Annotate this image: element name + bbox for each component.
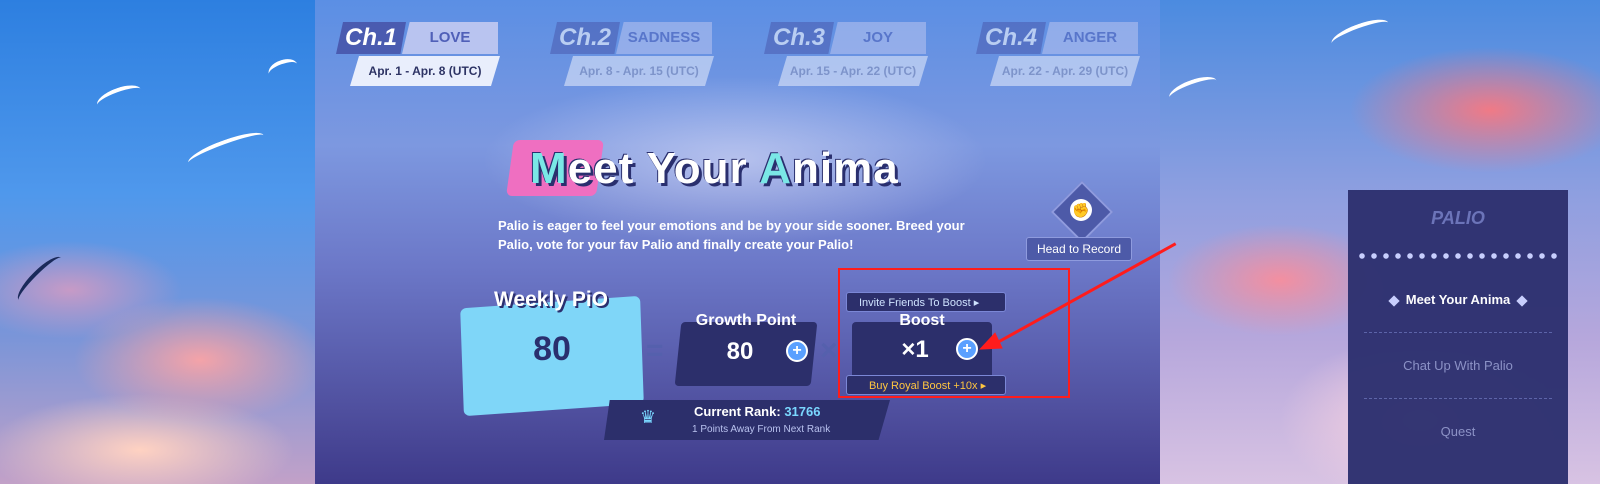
chapter-tab-3[interactable]: Ch.3 JOY Apr. 15 - Apr. 22 (UTC) <box>764 22 929 90</box>
page-description: Palio is eager to feel your emotions and… <box>498 218 965 252</box>
page-title: Meet Your Anima <box>506 140 960 200</box>
title-part-4: nima <box>792 144 899 193</box>
next-rank-text: 1 Points Away From Next Rank <box>692 424 831 435</box>
current-rank-value: 31766 <box>784 404 821 419</box>
chapter-number: Ch.3 <box>764 22 834 54</box>
side-menu-label: Quest <box>1440 424 1476 439</box>
title-part-3: A <box>759 144 793 193</box>
head-to-record-button[interactable]: ✊ Head to Record <box>1026 180 1132 264</box>
record-label: Head to Record <box>1026 237 1132 261</box>
chapter-tab-1[interactable]: Ch.1 LOVE Apr. 1 - Apr. 8 (UTC) <box>336 22 501 90</box>
times-sign: × <box>820 334 838 367</box>
current-rank-label: Current Rank: <box>694 404 781 419</box>
title-text: Meet Your Anima <box>530 144 899 194</box>
weekly-pio-value: 80 <box>533 330 571 368</box>
side-menu-item-meet-your-anima[interactable]: Meet Your Anima <box>1360 280 1556 320</box>
chapter-name: ANGER <box>1042 22 1138 54</box>
side-menu-item-quest[interactable]: Quest <box>1360 412 1556 452</box>
side-menu-label: Meet Your Anima <box>1405 292 1511 307</box>
chapter-tab-2[interactable]: Ch.2 SADNESS Apr. 8 - Apr. 15 (UTC) <box>550 22 715 90</box>
divider <box>1364 332 1552 333</box>
chapter-dates: Apr. 22 - Apr. 29 (UTC) <box>990 56 1140 86</box>
chapter-name: JOY <box>830 22 926 54</box>
chapter-name: SADNESS <box>616 22 712 54</box>
diamond-icon <box>1388 294 1400 307</box>
chapter-number: Ch.4 <box>976 22 1046 54</box>
add-growth-button[interactable]: + <box>786 340 808 362</box>
chapter-dates: Apr. 8 - Apr. 15 (UTC) <box>564 56 714 86</box>
chapter-dates: Apr. 15 - Apr. 22 (UTC) <box>778 56 928 86</box>
side-menu-label: Chat Up With Palio <box>1403 358 1513 373</box>
fist-icon: ✊ <box>1070 199 1092 221</box>
equals-sign: = <box>646 334 664 367</box>
title-part-1: M <box>530 144 568 193</box>
diamond-icon <box>1516 294 1528 307</box>
side-menu: PALIO Meet Your Anima Chat Up With Palio… <box>1348 190 1568 484</box>
chapter-tab-4[interactable]: Ch.4 ANGER Apr. 22 - Apr. 29 (UTC) <box>976 22 1141 90</box>
chapter-number: Ch.2 <box>550 22 620 54</box>
title-part-2: eet Your <box>567 144 760 193</box>
growth-point-label: Growth Point <box>695 312 797 329</box>
chapter-dates: Apr. 1 - Apr. 8 (UTC) <box>350 56 500 86</box>
side-menu-item-chat-up-with-palio[interactable]: Chat Up With Palio <box>1360 346 1556 386</box>
chapter-number: Ch.1 <box>336 22 406 54</box>
chapter-name: LOVE <box>402 22 498 54</box>
highlight-box <box>838 268 1070 398</box>
growth-point-value: 80 <box>726 338 754 365</box>
crown-icon: ♛ <box>639 407 657 427</box>
current-rank: Current Rank: 31766 <box>694 404 820 419</box>
weekly-pio-label: Weekly PiO <box>494 288 609 311</box>
palio-logo: PALIO <box>1431 208 1485 228</box>
divider <box>1364 398 1552 399</box>
dots-divider <box>1356 252 1560 260</box>
